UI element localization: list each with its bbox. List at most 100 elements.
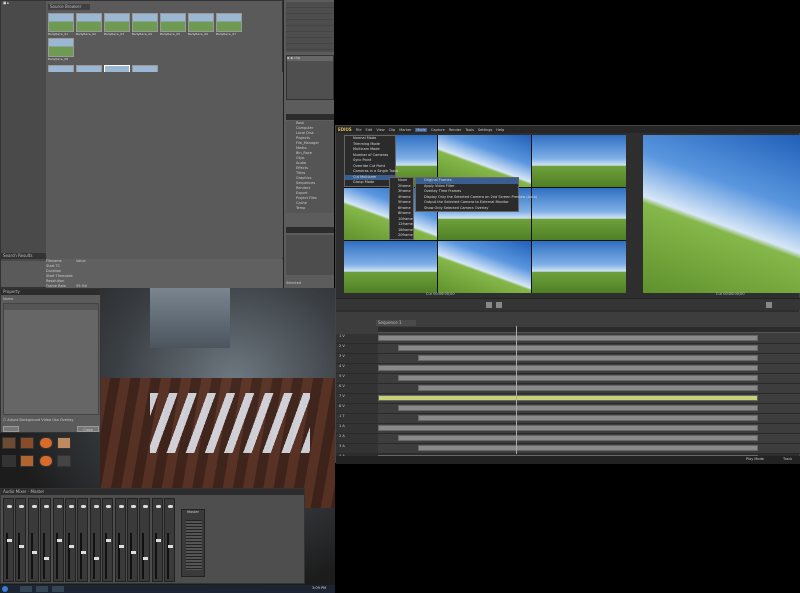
- timeline-tab[interactable]: Sequence 1: [376, 320, 416, 326]
- thumbnail-item[interactable]: BallyRace_08: [48, 38, 74, 61]
- menu-tools[interactable]: Tools: [465, 128, 474, 132]
- menu-marker[interactable]: Marker: [399, 128, 411, 132]
- track-header[interactable]: 2 A: [336, 434, 378, 444]
- start-button[interactable]: [2, 586, 8, 592]
- timeline-clip[interactable]: [378, 335, 758, 341]
- channel-fader[interactable]: [118, 545, 124, 548]
- stop-button[interactable]: [496, 302, 502, 308]
- menu-render[interactable]: Render: [449, 128, 461, 132]
- track-lane[interactable]: [378, 344, 800, 354]
- track-lane[interactable]: [378, 364, 800, 374]
- dialog-checkbox[interactable]: ☐ Adjust Background Video Use Overlay: [3, 418, 99, 423]
- desktop-icon-6[interactable]: [20, 455, 35, 467]
- track-header[interactable]: 3 V: [336, 354, 378, 364]
- track-header[interactable]: 6 V: [336, 384, 378, 394]
- cam-view-3[interactable]: [532, 135, 626, 187]
- thumbnail-item[interactable]: BallyRace_04: [132, 13, 158, 36]
- channel-fader[interactable]: [93, 557, 99, 560]
- channel-fader[interactable]: [168, 545, 174, 548]
- channel-fader[interactable]: [155, 539, 161, 542]
- desktop-icon-2[interactable]: [20, 437, 35, 449]
- channel-pan-knob[interactable]: [143, 505, 149, 508]
- thumbnail-item[interactable]: BallyRace_05: [160, 13, 186, 36]
- desktop-icon-1[interactable]: [2, 437, 16, 449]
- track-header[interactable]: 5 V: [336, 374, 378, 384]
- track-header[interactable]: 4 V: [336, 364, 378, 374]
- channel-pan-knob[interactable]: [81, 505, 87, 508]
- taskbar-app-2[interactable]: [36, 586, 48, 592]
- timeline-clip[interactable]: [398, 405, 758, 411]
- cam-view-8[interactable]: [438, 241, 531, 293]
- desktop-icon-8[interactable]: [56, 455, 71, 467]
- channel-pan-knob[interactable]: [168, 505, 174, 508]
- timeline-clip[interactable]: [418, 385, 758, 391]
- cam-view-7[interactable]: [344, 241, 437, 293]
- bin-root-item[interactable]: ▣ ▸: [1, 1, 46, 6]
- taskbar-app-3[interactable]: [52, 586, 64, 592]
- track-header[interactable]: 7 V: [336, 394, 378, 404]
- channel-fader[interactable]: [44, 557, 50, 560]
- cam-view-9[interactable]: [532, 241, 626, 293]
- rec-play-button[interactable]: [766, 302, 772, 308]
- track-lane[interactable]: [378, 424, 800, 434]
- channel-pan-knob[interactable]: [106, 505, 112, 508]
- channel-pan-knob[interactable]: [155, 505, 161, 508]
- menu-file[interactable]: File: [356, 128, 362, 132]
- track-header[interactable]: 1 A: [336, 424, 378, 434]
- thumbnail-item[interactable]: BallyRace_03: [104, 13, 130, 36]
- channel-pan-knob[interactable]: [44, 505, 50, 508]
- track-header[interactable]: 8 V: [336, 404, 378, 414]
- preview-list-item[interactable]: ▪ ▪ clip: [287, 56, 333, 61]
- channel-fader[interactable]: [143, 557, 149, 560]
- dialog-ok-button[interactable]: [3, 426, 19, 432]
- taskbar-app-1[interactable]: [20, 586, 32, 592]
- track-header[interactable]: 2 V: [336, 344, 378, 354]
- menu-settings[interactable]: Settings: [478, 128, 492, 132]
- cam-view-6[interactable]: [532, 188, 626, 240]
- context_menu-item[interactable]: Group Mode: [345, 180, 395, 186]
- channel-fader[interactable]: [81, 551, 87, 554]
- timeline-clip[interactable]: [418, 415, 758, 421]
- timeline-clip[interactable]: [418, 355, 758, 361]
- thumbnail-item[interactable]: BallyRace_01: [48, 13, 74, 36]
- channel-fader[interactable]: [69, 545, 74, 548]
- timeline-clip[interactable]: [378, 395, 758, 401]
- track-lane[interactable]: [378, 404, 800, 414]
- timeline-clip[interactable]: [398, 345, 758, 351]
- track-lane[interactable]: [378, 354, 800, 364]
- thumbnail-item[interactable]: BallyRace_07: [216, 13, 242, 36]
- track-header[interactable]: 1 T: [336, 414, 378, 424]
- track-header[interactable]: 3 A: [336, 444, 378, 454]
- search-results-tab[interactable]: Search Results: [1, 253, 46, 259]
- track-lane[interactable]: [378, 374, 800, 384]
- dialog-close-button[interactable]: Close: [77, 426, 99, 432]
- timeline-clip[interactable]: [398, 375, 758, 381]
- playhead[interactable]: [516, 326, 517, 454]
- timeline-clip[interactable]: [378, 425, 758, 431]
- track-lane[interactable]: [378, 444, 800, 454]
- submenu-item[interactable]: 20frame: [390, 233, 413, 239]
- desktop-icon-4[interactable]: [56, 437, 71, 449]
- track-lane[interactable]: [378, 414, 800, 424]
- channel-pan-knob[interactable]: [69, 505, 74, 508]
- submenu2-item[interactable]: Output the Selected Camera to External M…: [416, 200, 518, 206]
- menu-help[interactable]: Help: [496, 128, 504, 132]
- menu-clip[interactable]: Clip: [389, 128, 396, 132]
- timeline-clip[interactable]: [398, 435, 758, 441]
- menu-edit[interactable]: Edit: [366, 128, 373, 132]
- track-lane[interactable]: [378, 334, 800, 344]
- timeline-clip[interactable]: [378, 365, 758, 371]
- menu-capture[interactable]: Capture: [431, 128, 445, 132]
- track-header[interactable]: 1 V: [336, 334, 378, 344]
- channel-fader[interactable]: [56, 539, 62, 542]
- channel-pan-knob[interactable]: [118, 505, 124, 508]
- menu-view[interactable]: View: [376, 128, 384, 132]
- submenu2-item[interactable]: Show Only Selected Camera Overlay: [416, 206, 518, 212]
- thumbnail-item[interactable]: BallyRace_06: [188, 13, 214, 36]
- channel-pan-knob[interactable]: [31, 505, 37, 508]
- channel-pan-knob[interactable]: [131, 505, 136, 508]
- desktop-icon-5[interactable]: [2, 455, 16, 467]
- play-button[interactable]: [486, 302, 492, 308]
- track-lane[interactable]: [378, 384, 800, 394]
- channel-fader[interactable]: [106, 539, 112, 542]
